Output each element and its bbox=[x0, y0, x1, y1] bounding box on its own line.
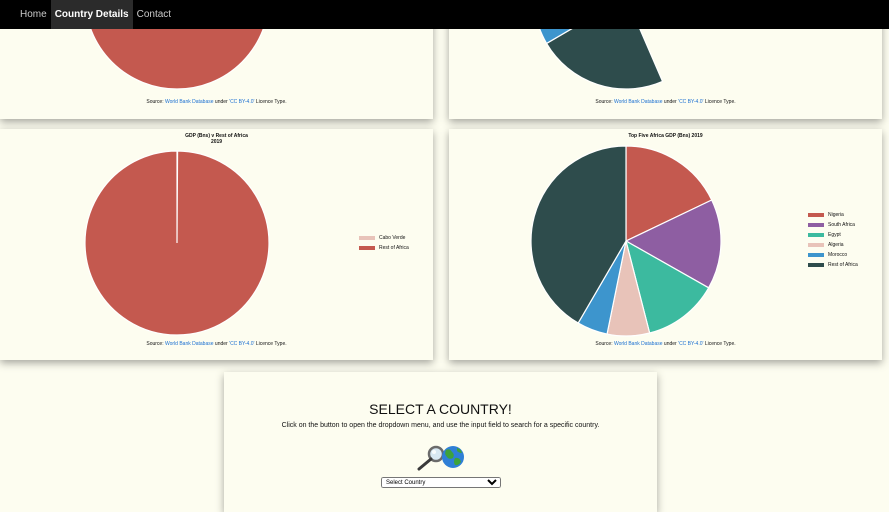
source-middle: under bbox=[662, 99, 679, 105]
license-link[interactable]: 'CC BY-4.0' bbox=[678, 341, 703, 347]
source-prefix: Source: bbox=[595, 341, 614, 347]
license-link[interactable]: 'CC BY-4.0' bbox=[229, 341, 254, 347]
legend-item[interactable]: Egypt bbox=[808, 230, 858, 240]
nav-contact-link[interactable]: Contact bbox=[133, 0, 175, 29]
license-link[interactable]: 'CC BY-4.0' bbox=[678, 99, 703, 105]
chart-card-top-five-gdp: Top Five Africa GDP (Bns) 2019 Nigeria S… bbox=[449, 129, 882, 360]
nav-home-link[interactable]: Home bbox=[0, 0, 51, 29]
legend-swatch bbox=[808, 233, 824, 237]
world-bank-link[interactable]: World Bank Database bbox=[614, 341, 663, 347]
select-country-instructions: Click on the button to open the dropdown… bbox=[281, 422, 600, 429]
select-country-title: SELECT A COUNTRY! bbox=[369, 401, 512, 417]
chart-legend: Nigeria South Africa Egypt Algeria Moroc… bbox=[808, 210, 858, 270]
legend-item[interactable]: South Africa bbox=[808, 220, 858, 230]
legend-swatch bbox=[808, 253, 824, 257]
legend-swatch bbox=[808, 223, 824, 227]
source-suffix: Licence Type. bbox=[254, 341, 287, 347]
legend-item[interactable]: Morocco bbox=[808, 250, 858, 260]
search-globe-icons bbox=[417, 445, 464, 471]
source-prefix: Source: bbox=[595, 99, 614, 105]
legend-label: South Africa bbox=[828, 222, 855, 228]
legend-swatch bbox=[359, 246, 375, 250]
source-prefix: Source: bbox=[146, 341, 165, 347]
nav-country-details-link[interactable]: Country Details bbox=[50, 0, 133, 29]
legend-label: Morocco bbox=[828, 252, 848, 258]
legend-item[interactable]: Rest of Africa bbox=[808, 260, 858, 270]
chart-source-note: Source: World Bank Database under 'CC BY… bbox=[449, 341, 882, 347]
legend-label: Cabo Verde bbox=[379, 235, 406, 241]
chart-legend: Cabo Verde Rest of Africa bbox=[359, 233, 409, 253]
pie-slice-rest-of-africa[interactable] bbox=[84, 150, 270, 336]
globe-icon bbox=[442, 446, 464, 468]
legend-swatch bbox=[359, 236, 375, 240]
legend-label: Rest of Africa bbox=[379, 245, 409, 251]
legend-label: Egypt bbox=[828, 232, 841, 238]
magnifier-icon bbox=[417, 445, 445, 471]
source-middle: under bbox=[213, 341, 230, 347]
chart-source-note: Source: World Bank Database under 'CC BY… bbox=[449, 99, 882, 105]
world-bank-link[interactable]: World Bank Database bbox=[165, 99, 214, 105]
chart-source-note: Source: World Bank Database under 'CC BY… bbox=[0, 341, 433, 347]
source-middle: under bbox=[662, 341, 679, 347]
legend-label: Rest of Africa bbox=[828, 262, 858, 268]
legend-label: Algeria bbox=[828, 242, 844, 248]
legend-swatch bbox=[808, 243, 824, 247]
world-bank-link[interactable]: World Bank Database bbox=[614, 99, 663, 105]
legend-label: Nigeria bbox=[828, 212, 844, 218]
chart-card-gdp-vs-rest: GDP (Bns) v Rest of Africa 2019 Cabo Ver… bbox=[0, 129, 433, 360]
icon-row bbox=[224, 444, 657, 472]
source-suffix: Licence Type. bbox=[703, 99, 736, 105]
license-link[interactable]: 'CC BY-4.0' bbox=[229, 99, 254, 105]
legend-item[interactable]: Cabo Verde bbox=[359, 233, 409, 243]
legend-item[interactable]: Algeria bbox=[808, 240, 858, 250]
source-middle: under bbox=[213, 99, 230, 105]
country-select-dropdown[interactable]: Select Country bbox=[381, 477, 501, 488]
legend-swatch bbox=[808, 213, 824, 217]
legend-item[interactable]: Nigeria bbox=[808, 210, 858, 220]
source-suffix: Licence Type. bbox=[254, 99, 287, 105]
legend-swatch bbox=[808, 263, 824, 267]
source-suffix: Licence Type. bbox=[703, 341, 736, 347]
select-country-card: SELECT A COUNTRY! Click on the button to… bbox=[224, 372, 657, 512]
chart-source-note: Source: World Bank Database under 'CC BY… bbox=[0, 99, 433, 105]
world-bank-link[interactable]: World Bank Database bbox=[165, 341, 214, 347]
top-navbar: Home Country Details Contact bbox=[0, 0, 889, 29]
source-prefix: Source: bbox=[146, 99, 165, 105]
legend-item[interactable]: Rest of Africa bbox=[359, 243, 409, 253]
